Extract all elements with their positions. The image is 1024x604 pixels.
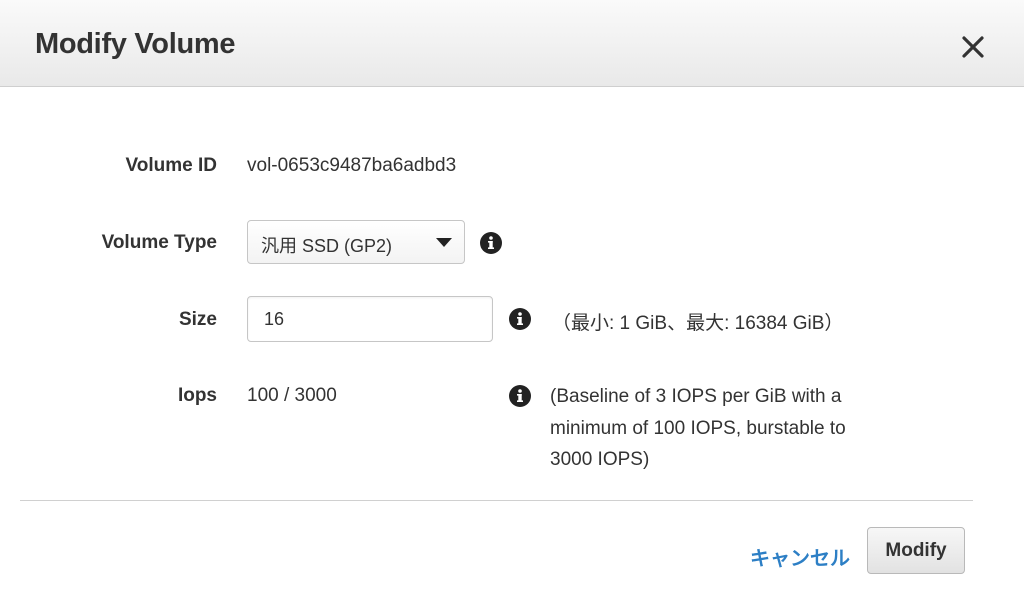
modify-volume-dialog: Modify Volume Volume ID vol-0653c9487ba6…: [0, 0, 1024, 604]
chevron-down-icon: [436, 238, 452, 247]
size-info-icon[interactable]: [509, 308, 531, 330]
close-icon[interactable]: [958, 32, 988, 62]
dialog-title: Modify Volume: [35, 28, 236, 60]
iops-value: 100 / 3000: [247, 385, 337, 406]
modify-button[interactable]: Modify: [867, 527, 965, 574]
size-input[interactable]: [247, 296, 493, 342]
volume-type-selected: 汎用 SSD (GP2): [261, 236, 393, 256]
dialog-header: Modify Volume: [0, 0, 1024, 87]
footer-divider: [20, 500, 973, 501]
cancel-link[interactable]: キャンセル: [750, 542, 850, 571]
iops-info-icon[interactable]: [509, 385, 531, 407]
volume-id-value: vol-0653c9487ba6adbd3: [247, 155, 457, 176]
volume-type-info-icon[interactable]: [480, 232, 502, 254]
iops-label: Iops: [177, 385, 217, 406]
volume-id-label: Volume ID: [125, 155, 218, 176]
volume-type-label: Volume Type: [101, 232, 217, 253]
size-label: Size: [178, 309, 217, 330]
volume-type-select[interactable]: 汎用 SSD (GP2): [247, 220, 465, 264]
iops-hint: (Baseline of 3 IOPS per GiB with a minim…: [550, 386, 846, 470]
size-range-hint: （最小: 1 GiB、最大: 16384 GiB）: [552, 313, 844, 334]
